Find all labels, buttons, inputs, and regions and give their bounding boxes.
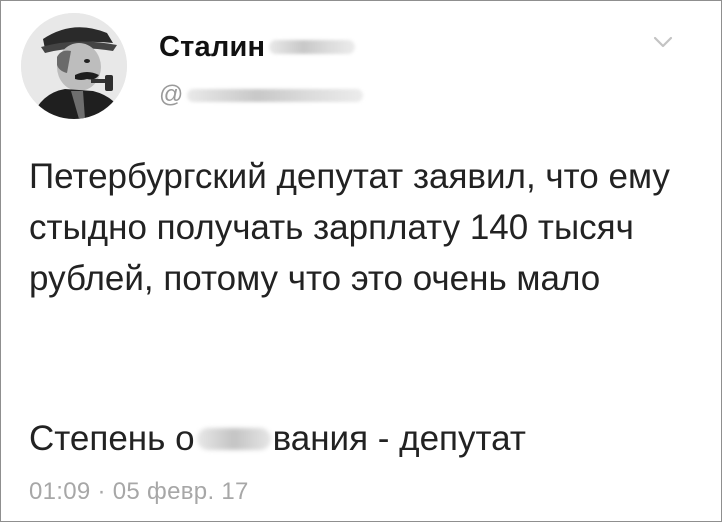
avatar-portrait bbox=[21, 13, 127, 119]
tweet-text: Петербургский депутат заявил, что ему ст… bbox=[29, 151, 709, 304]
author-name-text[interactable]: Сталин bbox=[159, 31, 265, 64]
handle-text[interactable]: @ bbox=[159, 81, 183, 109]
degree-after: вания - депутат bbox=[272, 419, 526, 458]
blurred-word bbox=[196, 427, 271, 450]
tweet-menu-button[interactable] bbox=[648, 27, 678, 57]
tweet-body: Петербургский депутат заявил, что ему ст… bbox=[29, 157, 670, 298]
blurred-handle bbox=[187, 88, 364, 102]
tweet-card: Сталин @ Петербургский депутат заявил, ч… bbox=[0, 0, 722, 522]
degree-before: Степень о bbox=[29, 419, 195, 458]
author-display-name[interactable]: Сталин bbox=[159, 27, 356, 67]
author-handle[interactable]: @ bbox=[159, 81, 364, 109]
blurred-name-part bbox=[269, 40, 356, 54]
tweet-text-degree-line: Степень о вания - депутат bbox=[29, 413, 526, 464]
avatar[interactable] bbox=[21, 13, 127, 119]
tweet-timestamp[interactable]: 01:09 · 05 февр. 17 bbox=[29, 478, 249, 506]
chevron-down-icon bbox=[653, 36, 673, 48]
